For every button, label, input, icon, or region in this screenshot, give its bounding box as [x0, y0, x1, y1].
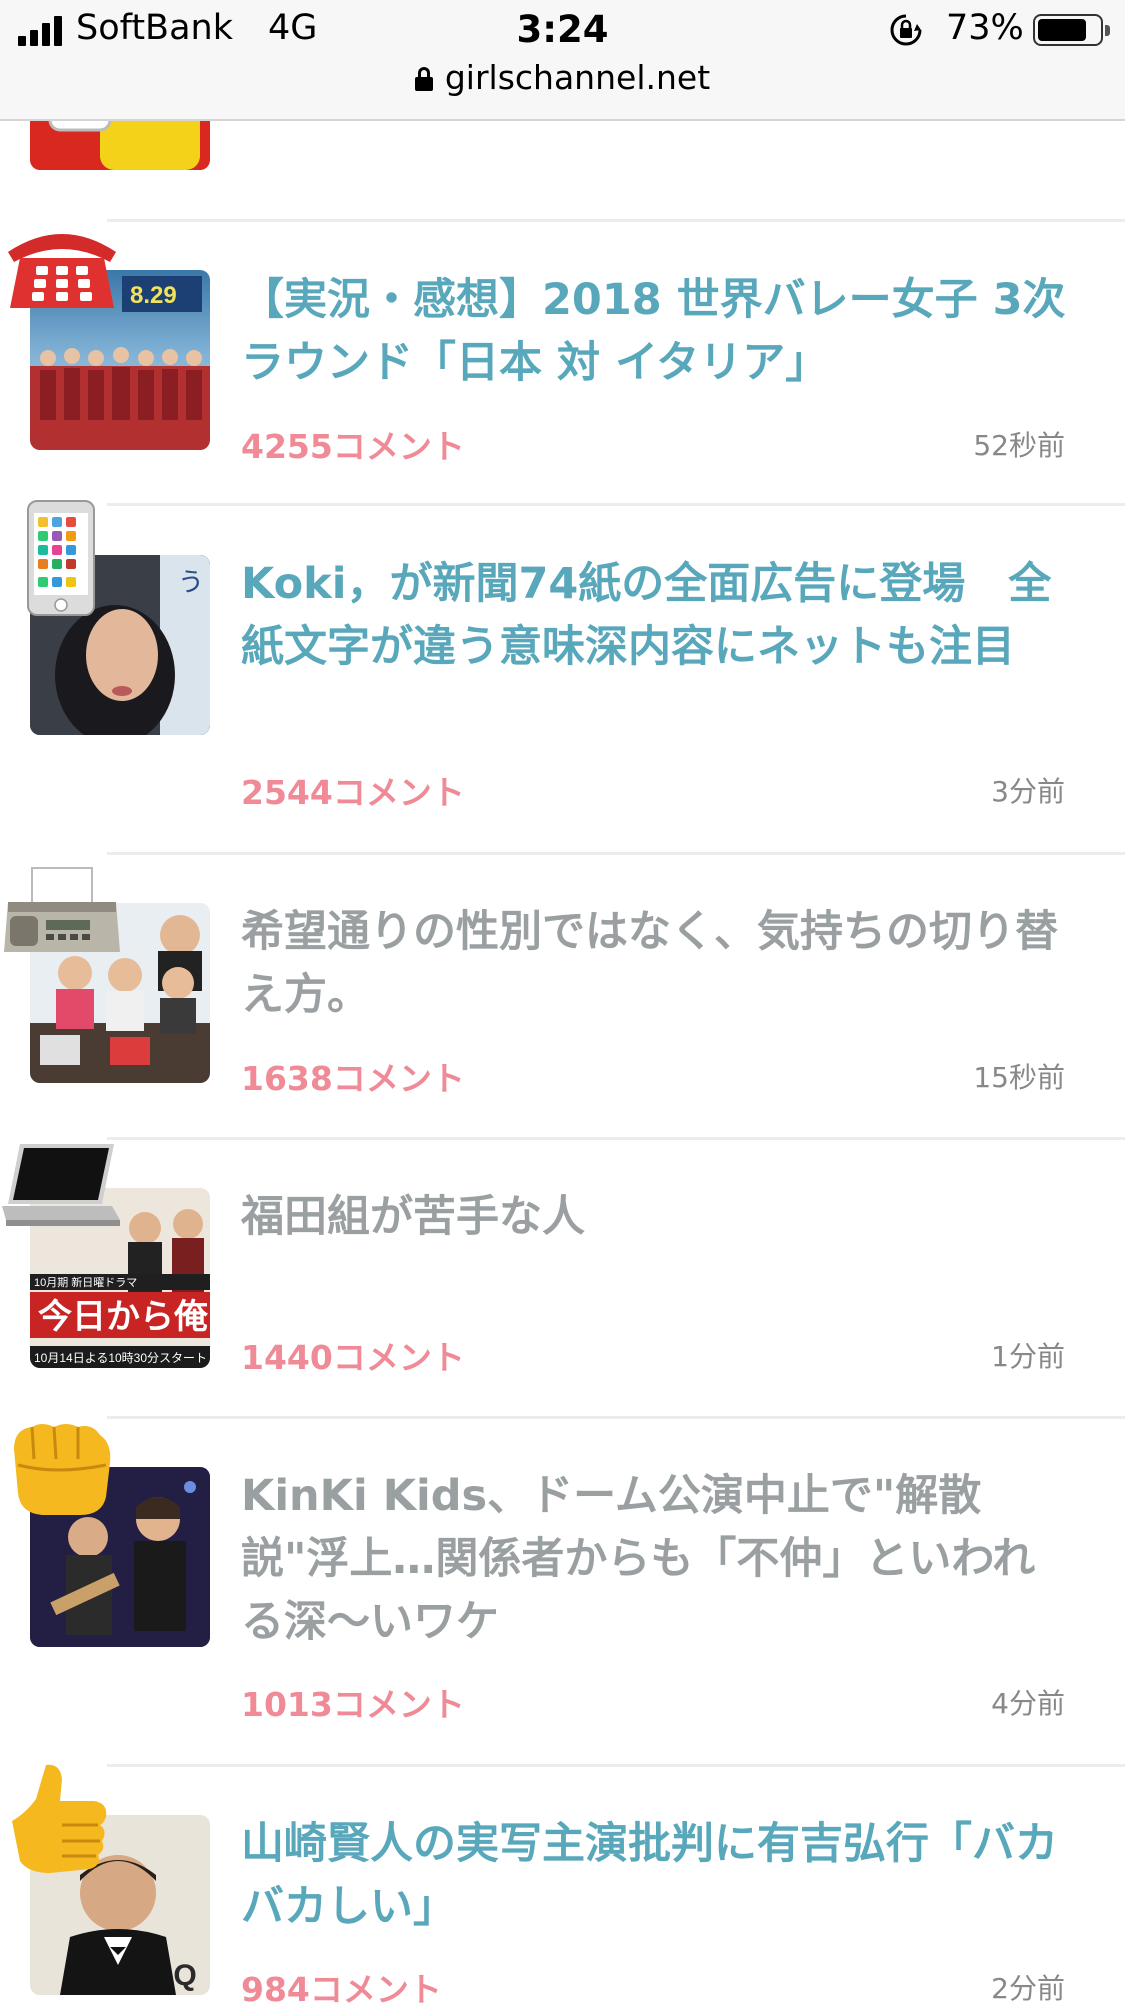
comment-count: 1013コメント [241, 1685, 465, 1724]
svg-text:8.29: 8.29 [130, 282, 177, 309]
thumbs-up-icon [12, 1764, 107, 1873]
address-bar[interactable]: girlschannel.net [0, 58, 1125, 97]
svg-text:今日から俺は: 今日から俺は [38, 1297, 210, 1337]
topic-title[interactable]: 福田組が苦手な人 [241, 1186, 1071, 1249]
timestamp: 2分前 [991, 1972, 1065, 2005]
topic-title[interactable]: Koki，が新聞74紙の全面広告に登場 全紙文字が違う意味深内容にネットも注目 [241, 553, 1071, 679]
timestamp: 3分前 [991, 775, 1065, 808]
topic-title[interactable]: KinKi Kids、ドーム公演中止で"解散説"浮上…関係者からも「不仲」といわ… [241, 1465, 1071, 1654]
svg-text:10月14日よる10時30分スタート: 10月14日よる10時30分スタート [34, 1351, 207, 1365]
svg-text:う: う [178, 568, 204, 598]
battery-icon [1033, 14, 1110, 46]
list-item[interactable]: 希望通りの性別ではなく、気持ちの切り替え方。 1638コメント 15秒前 [0, 853, 1125, 1140]
timestamp: 52秒前 [973, 429, 1065, 462]
timestamp: 4分前 [991, 1687, 1065, 1720]
lock-icon [414, 67, 433, 91]
battery-percent: 73% [946, 8, 1024, 48]
comment-count: 2544コメント [241, 773, 465, 812]
timestamp: 1分前 [991, 1340, 1065, 1373]
telephone-icon [8, 234, 116, 308]
comment-count: 1638コメント [241, 1059, 465, 1098]
fist-icon [14, 1424, 111, 1515]
topic-title[interactable]: 山崎賢人の実写主演批判に有吉弘行「バカバカしい」 [241, 1813, 1071, 1939]
timestamp: 15秒前 [973, 1061, 1065, 1094]
laptop-icon [2, 1144, 120, 1226]
comment-count: 984コメント [241, 1970, 442, 2009]
list-item[interactable]: KinKi Kids、ドーム公演中止で"解散説"浮上…関係者からも「不仲」といわ… [0, 1417, 1125, 1767]
comment-count: 4255コメント [241, 427, 465, 466]
url-text: girlschannel.net [444, 58, 711, 97]
orientation-lock-icon [890, 14, 922, 46]
svg-text:10月期 新日曜ドラマ: 10月期 新日曜ドラマ [34, 1275, 137, 1289]
list-item[interactable]: う Koki，が新聞74紙の全面広告に登場 全紙文字が違う意味深内容にネットも注… [0, 500, 1125, 855]
status-bar: SoftBank 4G 3:24 73% girlschannel.net [0, 0, 1125, 121]
mobile-phone-icon [27, 500, 95, 616]
list-item[interactable]: GQ GQ 山崎賢人の実写主演批判に有吉弘行「バカバカしい」 984コメント 2… [0, 1764, 1125, 2009]
topic-title[interactable]: 希望通りの性別ではなく、気持ちの切り替え方。 [241, 901, 1071, 1027]
list-item[interactable]: 10月期 新日曜ドラマ 今日から俺は 10月14日よる10時30分スタート 福田… [0, 1138, 1125, 1419]
topic-title[interactable]: 【実況・感想】2018 世界バレー女子 3次ラウンド「日本 対 イタリア」 [241, 269, 1071, 395]
fax-machine-icon [4, 867, 120, 952]
comment-count: 1440コメント [241, 1338, 465, 1377]
list-item[interactable]: 8.29 【実況・感想】2018 世界バレー女子 3次ラウンド「日本 対 イタリ… [0, 222, 1125, 506]
